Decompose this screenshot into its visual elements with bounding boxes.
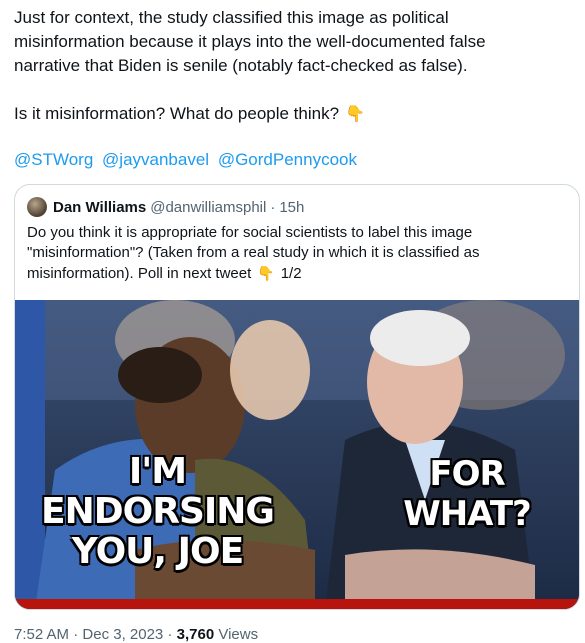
timestamp[interactable]: 15h [279,199,304,216]
pointing-down-icon: 👇 [345,106,365,123]
views-label: Views [218,626,259,643]
quote-header: Dan Williams @danwilliamsphil · 15h [27,197,304,217]
quote-line: "misinformation"? (Taken from a real stu… [27,244,480,261]
separator-dot: · [270,198,276,216]
author-handle[interactable]: @danwilliamsphil [150,199,266,216]
post-date[interactable]: Dec 3, 2023 [82,626,163,643]
question-text: Is it misinformation? What do people thi… [14,104,340,123]
mention-link-stworg[interactable]: @STWorg [14,150,93,169]
tweet-line: narrative that Biden is senile (notably … [14,56,468,75]
tweet-line: misinformation because it plays into the… [14,32,486,51]
author-name[interactable]: Dan Williams [53,199,146,216]
tweet-meta: 7:52 AM · Dec 3, 2023 · 3,760 Views [14,626,258,643]
post-time[interactable]: 7:52 AM [14,626,69,643]
quote-line: Do you think it is appropriate for socia… [27,224,473,241]
mention-link-jayvanbavel[interactable]: @jayvanbavel [102,150,209,169]
mention-link-gordpennycook[interactable]: @GordPennycook [218,150,357,169]
separator-dot: · [167,626,173,643]
views-count: 3,760 [176,626,215,643]
red-stripe [15,599,579,609]
tweet-question: Is it misinformation? What do people thi… [14,102,574,127]
tweet-body: Just for context, the study classified t… [14,6,574,127]
quote-line-last: misinformation). Poll in next tweet 👇 1/2 [27,263,562,284]
meme-image[interactable]: I'M ENDORSING YOU, JOE FOR WHAT? [15,300,579,609]
meme-caption-left-line: I'M ENDORSING [41,451,275,532]
quoted-tweet[interactable]: Dan Williams @danwilliamsphil · 15h Do y… [14,184,580,610]
thread-count: 1/2 [280,265,302,282]
tweet-line: Just for context, the study classified t… [14,8,449,27]
separator-dot: · [73,626,79,643]
meme-caption-right: FOR WHAT? [403,454,532,534]
meme-caption-left: I'M ENDORSING YOU, JOE [15,452,300,572]
quote-text: Do you think it is appropriate for socia… [27,223,562,284]
quote-line: misinformation). Poll in next tweet [27,265,252,282]
pointing-down-icon: 👇 [257,265,275,281]
mentions: @STWorg @jayvanbavel @GordPennycook [14,148,361,172]
meme-caption-left-line: YOU, JOE [71,531,244,572]
avatar[interactable] [27,197,47,217]
